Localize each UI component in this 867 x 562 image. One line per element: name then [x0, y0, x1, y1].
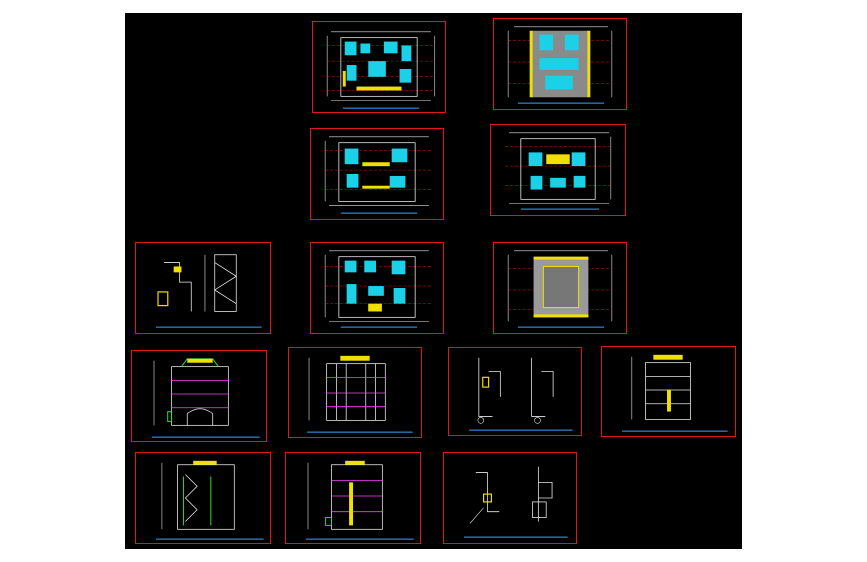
sheet-section-1[interactable] — [135, 452, 271, 544]
floor-plan-drawing — [326, 31, 436, 109]
stair-detail-drawing — [156, 254, 262, 328]
sheet-section-2[interactable] — [285, 452, 421, 544]
sheet-detail-wall-sections[interactable] — [448, 347, 582, 436]
floor-plan-2-drawing — [324, 136, 433, 214]
floor-plan-4-drawing — [324, 250, 433, 328]
floor-plan-3-drawing — [505, 132, 613, 210]
roof-plan-top-drawing — [507, 26, 613, 104]
detail-nodes-drawing — [464, 466, 568, 538]
sheet-floor-plan-3[interactable] — [490, 124, 626, 216]
sheet-floor-plan-1[interactable] — [312, 21, 446, 113]
cad-drawing-canvas[interactable] — [125, 13, 742, 549]
front-elevation-drawing — [152, 358, 260, 438]
sheet-elevation-side[interactable] — [601, 346, 736, 437]
sheet-elevation-front[interactable] — [131, 350, 267, 442]
sheet-detail-nodes[interactable] — [443, 452, 577, 544]
side-elevation-drawing — [622, 354, 728, 432]
sheet-floor-plan-2[interactable] — [310, 128, 444, 220]
section-1-drawing — [156, 460, 264, 540]
sheet-roof-plan-top[interactable] — [493, 18, 627, 110]
rear-elevation-drawing — [307, 355, 413, 433]
sheet-elevation-rear[interactable] — [288, 347, 422, 438]
sheet-detail-stair-section[interactable] — [135, 242, 271, 334]
sheet-floor-plan-4[interactable] — [310, 242, 444, 334]
sheet-roof-plan[interactable] — [493, 242, 627, 334]
section-2-drawing — [306, 460, 414, 540]
roof-plan-drawing — [507, 250, 613, 328]
wall-sections-drawing — [469, 357, 573, 431]
